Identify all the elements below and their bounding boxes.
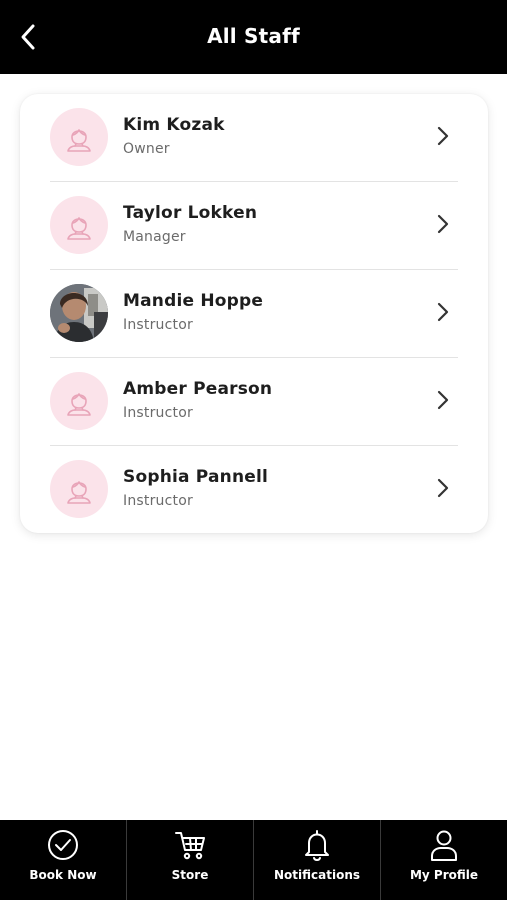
staff-name: Kim Kozak — [123, 115, 225, 135]
chevron-right-icon — [437, 302, 449, 322]
person-icon — [427, 828, 461, 862]
staff-role: Manager — [123, 229, 186, 245]
nav-label: Store — [171, 868, 209, 882]
chevron-right-icon — [437, 214, 449, 234]
nav-label: My Profile — [409, 868, 479, 882]
avatar — [50, 196, 108, 254]
staff-row[interactable]: Taylor Lokken Manager — [50, 182, 458, 270]
profile-photo — [50, 284, 108, 342]
staff-role: Instructor — [123, 317, 193, 333]
nav-notifications[interactable]: Notifications — [253, 820, 380, 900]
chevron-right-icon — [437, 390, 449, 410]
person-placeholder-icon — [67, 129, 91, 152]
avatar — [50, 372, 108, 430]
avatar — [50, 460, 108, 518]
page-title: All Staff — [207, 24, 300, 48]
staff-name: Taylor Lokken — [123, 203, 258, 223]
avatar — [50, 108, 108, 166]
nav-label: Notifications — [273, 868, 361, 882]
chevron-right-icon — [437, 478, 449, 498]
nav-my-profile[interactable]: My Profile — [380, 820, 507, 900]
staff-row[interactable]: Sophia Pannell Instructor — [50, 446, 458, 534]
staff-role: Instructor — [123, 405, 193, 421]
check-circle-icon — [46, 828, 80, 862]
bottom-nav: Book Now Store Notifications My Profile — [0, 820, 507, 900]
staff-row[interactable]: Amber Pearson Instructor — [50, 358, 458, 446]
staff-list-card: Kim Kozak Owner Taylor Lokken Manager Ma… — [20, 94, 488, 533]
cart-icon — [173, 828, 207, 862]
nav-store[interactable]: Store — [126, 820, 253, 900]
person-placeholder-icon — [67, 481, 91, 504]
staff-row[interactable]: Mandie Hoppe Instructor — [50, 270, 458, 358]
staff-role: Instructor — [123, 493, 193, 509]
person-placeholder-icon — [67, 217, 91, 240]
nav-book-now[interactable]: Book Now — [0, 820, 126, 900]
top-bar: All Staff — [0, 0, 507, 74]
staff-name: Amber Pearson — [123, 379, 273, 399]
bell-icon — [300, 828, 334, 862]
staff-role: Owner — [123, 141, 170, 157]
avatar-photo — [50, 284, 108, 342]
nav-label: Book Now — [29, 868, 97, 882]
app-screen: All Staff Kim Kozak Owner Taylor Lokken … — [0, 0, 507, 900]
staff-row[interactable]: Kim Kozak Owner — [50, 94, 458, 182]
chevron-right-icon — [437, 126, 449, 146]
person-placeholder-icon — [67, 393, 91, 416]
staff-name: Sophia Pannell — [123, 467, 269, 487]
staff-name: Mandie Hoppe — [123, 291, 264, 311]
